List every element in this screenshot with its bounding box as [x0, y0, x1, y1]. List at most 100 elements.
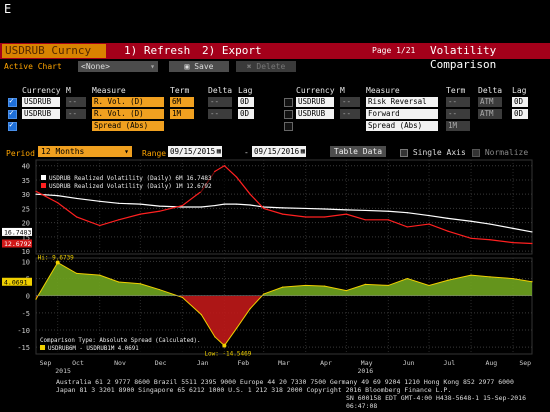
left-row-measure-field[interactable]: Spread (Abs)	[92, 121, 164, 131]
last-value-6m: 16.7483	[4, 228, 31, 236]
header-term: Term	[170, 86, 190, 95]
x-month-label: May	[361, 359, 373, 367]
right-row-currency-field[interactable]: USDRUB	[296, 109, 334, 119]
security-ticker[interactable]: USDRUB Curncy	[2, 44, 106, 58]
left-row-delta-field[interactable]: --	[208, 109, 232, 119]
normalize-toggle[interactable]: Normalize	[472, 148, 528, 157]
spread-point	[428, 284, 430, 287]
x-month-label: Jul	[443, 359, 455, 367]
left-row-checkbox[interactable]	[8, 96, 17, 107]
top-y-tick-label: 30	[22, 191, 30, 199]
x-month-label: Jun	[403, 359, 415, 367]
series-1m-point	[35, 190, 37, 192]
active-chart-label: Active Chart	[4, 62, 62, 71]
series-1m-point	[512, 242, 514, 244]
series-1m-point	[345, 213, 347, 215]
right-row-delta-field[interactable]: ATM	[478, 109, 502, 119]
left-row-currency-field[interactable]: USDRUB	[22, 109, 60, 119]
save-icon: ▣	[184, 62, 190, 71]
right-row-checkbox[interactable]	[284, 98, 293, 107]
right-row-m-field[interactable]: --	[340, 97, 360, 107]
right-row-currency-field[interactable]: USDRUB	[296, 97, 334, 107]
start-date-input[interactable]: 09/15/2015 ▦	[168, 146, 222, 157]
header-measure: Measure	[366, 86, 400, 95]
spread-point	[118, 281, 120, 283]
right-row-term-field[interactable]: --	[446, 97, 470, 107]
right-row-measure-field[interactable]: Forward	[366, 109, 438, 119]
right-row-lag-field[interactable]: 0D	[512, 97, 528, 107]
header-m: M	[340, 86, 345, 95]
x-month-label: Dec	[155, 359, 167, 367]
left-row-term-field[interactable]: 6M	[170, 97, 194, 107]
series-6m-point	[181, 206, 183, 208]
end-date-input[interactable]: 09/15/2016 ▦	[252, 146, 306, 157]
left-row-checkbox[interactable]	[8, 108, 17, 119]
series-6m-point	[470, 220, 472, 222]
delete-button[interactable]: ✖ Delete	[236, 61, 296, 72]
range-separator: -	[244, 148, 249, 157]
left-row-measure-field[interactable]: R. Vol. (D)	[92, 109, 164, 119]
x-month-label: Jan	[197, 359, 209, 367]
period-select[interactable]: 12 Months ▾	[38, 146, 132, 157]
series-6m-point	[406, 212, 408, 214]
left-row-currency-field[interactable]: USDRUB	[22, 97, 60, 107]
left-row-measure-field[interactable]: R. Vol. (D)	[92, 97, 164, 107]
right-row-term-field[interactable]: 1M	[446, 121, 470, 131]
dropdown-icon: ▾	[124, 147, 129, 156]
right-row-measure-field[interactable]: Spread (Abs)	[366, 121, 438, 131]
command-line[interactable]: E	[4, 2, 11, 16]
volatility-chart[interactable]: 403530252015101050-5-10-15USDRUB Realize…	[0, 158, 550, 376]
active-chart-select[interactable]: <None> ▾	[78, 61, 158, 72]
series-6m-point	[345, 209, 347, 211]
series-1m-point	[76, 216, 78, 218]
normalize-label: Normalize	[484, 148, 529, 157]
single-axis-toggle[interactable]: Single Axis	[400, 148, 466, 157]
right-row-m-field[interactable]: --	[340, 109, 360, 119]
left-row-delta-field[interactable]: --	[208, 97, 232, 107]
right-row-measure-field[interactable]: Risk Reversal	[366, 97, 438, 107]
left-row-lag-field[interactable]: 0D	[238, 97, 254, 107]
right-row-term-field[interactable]: --	[446, 109, 470, 119]
footer-line-3: SN 600158 EDT GMT-4:00 H438-5648-1 15-Se…	[346, 394, 527, 410]
series-1m-point	[531, 242, 533, 245]
series-1m-point	[214, 170, 216, 172]
x-month-label: Oct	[72, 359, 84, 367]
table-data-button[interactable]: Table Data	[330, 146, 386, 157]
left-row-checkbox[interactable]	[8, 120, 17, 131]
series-6m-point	[512, 227, 514, 229]
series-6m-point	[223, 203, 225, 205]
x-month-label: Apr	[320, 359, 332, 367]
left-row-term-field[interactable]: 1M	[170, 109, 194, 119]
series-1m-point	[324, 216, 326, 218]
save-button[interactable]: ▣ Save	[169, 61, 229, 72]
right-row-delta-field[interactable]: ATM	[478, 97, 502, 107]
spread-point	[76, 272, 78, 275]
spread-point	[324, 285, 326, 287]
calendar-icon: ▦	[300, 147, 305, 155]
last-value-1m: 12.6792	[4, 240, 31, 248]
top-legend-entry: USDRUB Realized Volatility (Daily) 6M 16…	[49, 175, 212, 182]
right-row-checkbox[interactable]	[284, 122, 293, 131]
left-row-lag-field[interactable]: 0D	[238, 109, 254, 119]
series-1m-point	[470, 237, 472, 239]
spread-point	[282, 286, 284, 288]
refresh-button[interactable]: 1) Refresh	[124, 44, 190, 58]
header-m: M	[66, 86, 71, 95]
x-month-label: Aug	[485, 359, 497, 367]
right-row-lag-field[interactable]: 0D	[512, 109, 528, 119]
x-month-label: Feb	[237, 359, 249, 367]
export-button[interactable]: 2) Export	[202, 44, 262, 58]
right-row-checkbox[interactable]	[284, 110, 293, 119]
bottom-legend-swatch	[40, 345, 45, 350]
spread-point	[489, 276, 491, 278]
left-row-m-field[interactable]: --	[66, 97, 86, 107]
left-row-m-field[interactable]: --	[66, 109, 86, 119]
footer-line-2: Japan 81 3 3201 8900 Singapore 65 6212 1…	[56, 386, 452, 394]
footer-contacts: Australia 61 2 9777 8600 Brazil 5511 239…	[56, 378, 550, 410]
bottom-y-tick-label: 0	[26, 293, 30, 301]
series-6m-point	[387, 210, 389, 212]
spread-point	[305, 284, 307, 287]
delete-icon: ✖	[246, 62, 252, 71]
calendar-icon: ▦	[216, 147, 221, 155]
top-y-tick-label: 10	[22, 248, 30, 256]
